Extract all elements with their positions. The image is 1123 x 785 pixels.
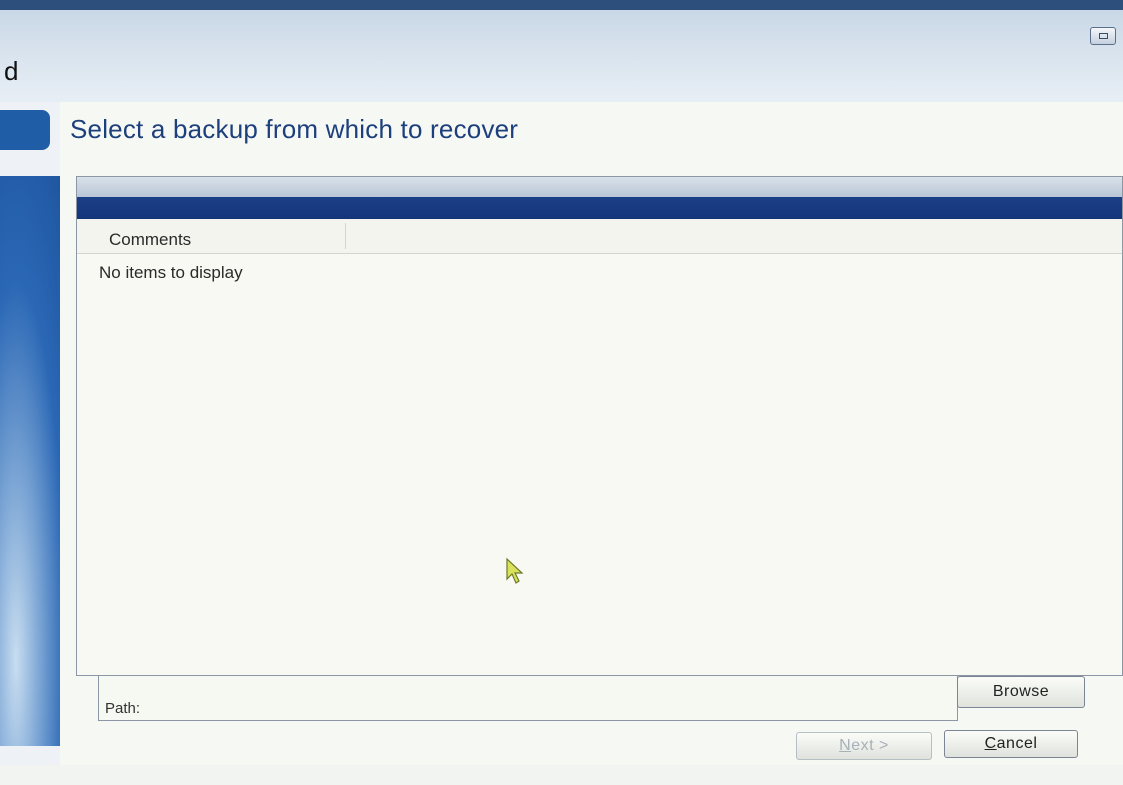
path-input[interactable] — [145, 696, 949, 720]
empty-list-message: No items to display — [99, 263, 243, 282]
list-toolbar — [77, 177, 1122, 197]
restore-icon — [1099, 33, 1108, 39]
cancel-button[interactable]: Cancel — [944, 730, 1078, 758]
column-divider[interactable] — [345, 223, 346, 249]
list-header-band — [77, 197, 1122, 219]
backup-list[interactable]: Comments No items to display — [76, 176, 1123, 676]
cursor-arrow-icon — [506, 557, 524, 584]
restore-button[interactable] — [1090, 27, 1116, 45]
path-label: Path: — [105, 700, 141, 717]
page-title: Select a backup from which to recover — [70, 114, 519, 144]
screen: d Select a backup from which to recover … — [0, 0, 1123, 785]
window-titlebar: d — [0, 0, 1123, 102]
path-row: Path: — [98, 676, 958, 721]
wizard-content: Select a backup from which to recover Co… — [60, 102, 1123, 785]
list-column-header: Comments — [77, 219, 1122, 254]
sidebar-step-indicator — [0, 110, 50, 150]
browse-button[interactable]: Browse — [957, 676, 1085, 708]
next-button[interactable]: Next > — [796, 732, 932, 760]
column-header-comments[interactable]: Comments — [109, 230, 191, 250]
bottom-edge — [0, 765, 1123, 785]
window-title: d — [4, 56, 19, 86]
